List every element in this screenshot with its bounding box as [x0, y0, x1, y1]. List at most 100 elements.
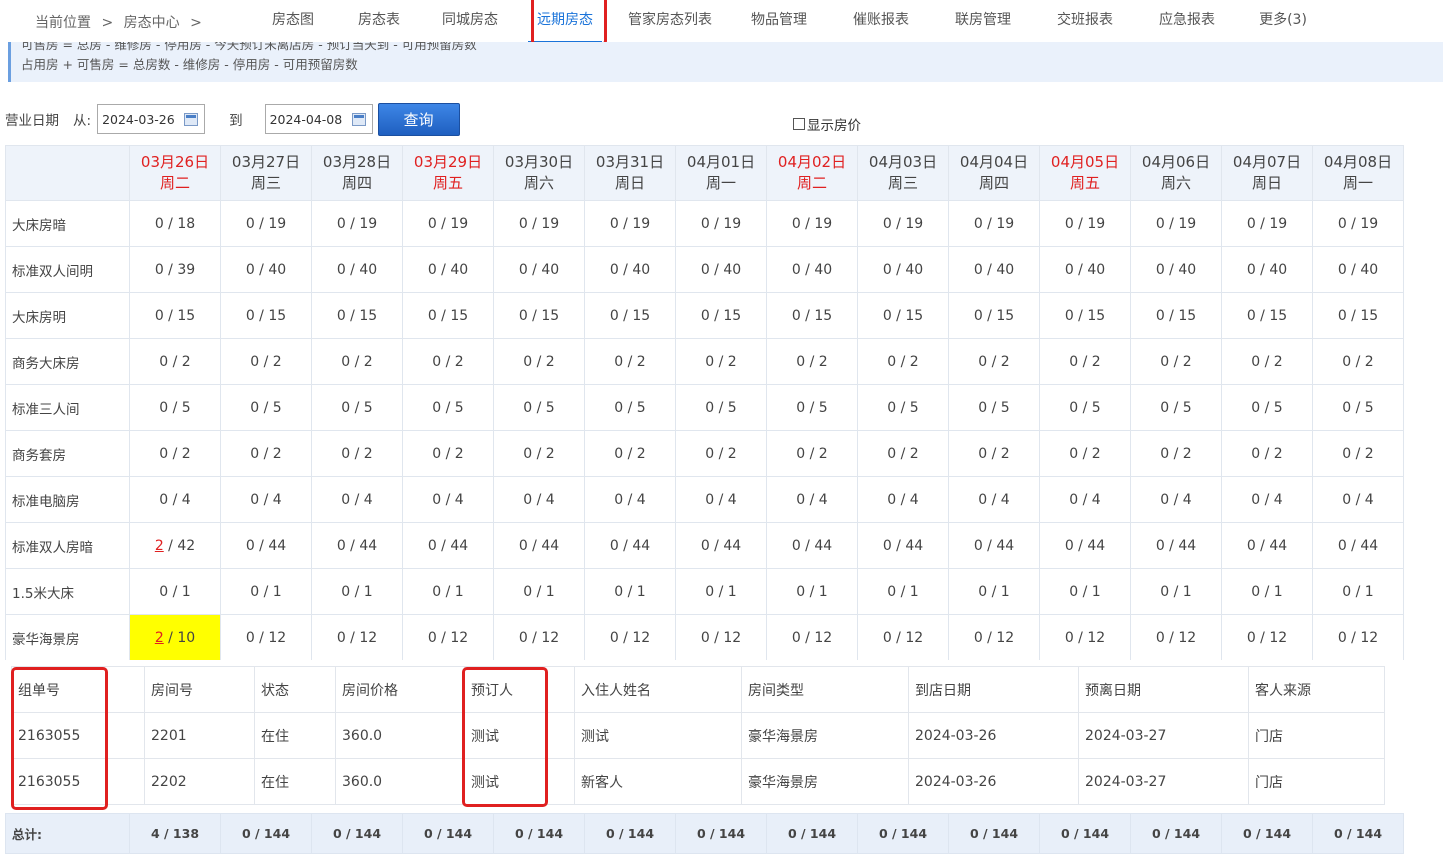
date-label: 03月29日 — [413, 153, 483, 171]
occupied-count-link[interactable]: 2 — [155, 538, 164, 554]
date-label: 04月01日 — [686, 153, 756, 171]
booking-row[interactable]: 2163055 2202 在住 360.0 测试 新客人 豪华海景房 2024-03-26 20… — [11, 758, 1385, 805]
date-label: 04月03日 — [868, 153, 938, 171]
availability-cell: 0 / 4 — [1221, 476, 1313, 523]
to-date-input[interactable]: 2024-04-08 — [264, 104, 373, 134]
tab-2[interactable]: 房态表 — [336, 0, 422, 42]
availability-cell: 0 / 5 — [1130, 384, 1222, 431]
room-type-name: 豪华海景房 — [5, 614, 130, 661]
tab-7[interactable]: 催账报表 — [830, 0, 932, 42]
booking-detail-panel: 组单号 房间号 状态 房间价格 预订人 入住人姓名 房间类型 到店日期 预离日期 客人来源 2163… — [5, 660, 1404, 810]
date-label: 04月08日 — [1323, 153, 1393, 171]
availability-cell: 0 / 2 — [584, 430, 676, 477]
date-header: 03月28日 周四 — [311, 145, 403, 201]
corner-cell — [5, 145, 130, 201]
room-type-row: 标准电脑房 0 / 40 / 40 / 40 / 40 / 40 / 40 / 4… — [5, 476, 1404, 523]
availability-cell: 0 / 15 — [220, 292, 312, 339]
breadcrumb-current[interactable]: 房态中心 — [124, 15, 180, 31]
availability-cell: 0 / 4 — [402, 476, 494, 523]
total-row-cells: 总计: 4 / 138 0 / 144 0 / 144 0 / 144 0 / 144 0 … — [5, 813, 1404, 854]
weekday-label: 周三 — [887, 174, 918, 192]
weekday-label: 周五 — [432, 174, 463, 192]
availability-cell: 0 / 2 — [1130, 338, 1222, 385]
availability-cell: 0 / 2 — [129, 338, 221, 385]
weekday-label: 周四 — [978, 174, 1009, 192]
tab-6[interactable]: 物品管理 — [728, 0, 830, 42]
availability-cell: 0 / 2 — [402, 430, 494, 477]
availability-cell: 0 / 4 — [1039, 476, 1131, 523]
tab-1[interactable]: 房态图 — [250, 0, 336, 42]
availability-cell: 0 / 40 — [675, 246, 767, 293]
availability-cell: 0 / 15 — [402, 292, 494, 339]
total-cell: 0 / 144 — [948, 813, 1040, 854]
availability-cell: 0 / 15 — [857, 292, 949, 339]
availability-cell: 0 / 19 — [1039, 200, 1131, 247]
tab-8[interactable]: 联房管理 — [932, 0, 1034, 42]
availability-cell: 0 / 4 — [220, 476, 312, 523]
tab-10[interactable]: 应急报表 — [1136, 0, 1238, 42]
date-header: 04月05日 周五 — [1039, 145, 1131, 201]
room-type-row: 标准双人间明 0 / 39 0 / 40 0 / 40 0 / 40 0 / 40 0 / … — [5, 246, 1404, 293]
tab-5[interactable]: 管家房态列表 — [612, 0, 728, 42]
tab-11[interactable]: 更多(3) — [1238, 0, 1328, 42]
room-type-row: 大床房明 0 / 15 0 / 15 0 / 15 0 / 15 0 / 15 0 / 15… — [5, 292, 1404, 339]
availability-cell: 0 / 5 — [1312, 384, 1404, 431]
availability-cell: 0 / 2 — [493, 338, 585, 385]
room-type-row: 商务大床房 0 / 20 / 20 / 20 / 20 / 20 / 20 / 2… — [5, 338, 1404, 385]
availability-cell: 0 / 44 — [857, 522, 949, 569]
availability-cell: 0 / 2 — [766, 430, 858, 477]
date-label: 03月27日 — [231, 153, 301, 171]
booking-cell: 2024-03-27 — [1078, 758, 1249, 805]
booking-cell: 2201 — [144, 712, 255, 759]
availability-cell: 0 / 1 — [129, 568, 221, 615]
booking-cell: 测试 — [574, 712, 742, 759]
tab-bar: 房态图 房态表 同城房态 远期房态 管家房态列表 物品管理 催账报表 联房管理 交班报表 应急报表… — [250, 0, 1328, 43]
booking-cell: 2202 — [144, 758, 255, 805]
weekday-label: 周一 — [1342, 174, 1373, 192]
date-header: 03月27日 周三 — [220, 145, 312, 201]
booking-cell: 2024-03-27 — [1078, 712, 1249, 759]
availability-cell[interactable]: 2 / 42 — [129, 522, 221, 569]
availability-cell: 0 / 40 — [402, 246, 494, 293]
show-price-toggle[interactable]: 显示房价 — [793, 114, 861, 134]
availability-cell: 0 / 1 — [584, 568, 676, 615]
availability-cell: 0 / 5 — [1039, 384, 1131, 431]
weekday-label: 周二 — [159, 174, 190, 192]
occupied-count-link[interactable]: 2 — [155, 630, 164, 646]
availability-cell: 0 / 4 — [1130, 476, 1222, 523]
total-row: 总计: 4 / 138 0 / 144 0 / 144 0 / 144 0 / 144 0 … — [5, 813, 1404, 854]
room-type-name: 大床房明 — [5, 292, 130, 339]
total-cell: 0 / 144 — [493, 813, 585, 854]
booking-row[interactable]: 2163055 2201 在住 360.0 测试 测试 豪华海景房 2024-03-26 202… — [11, 712, 1385, 759]
availability-cell: 0 / 2 — [493, 430, 585, 477]
detail-header-row: 组单号 房间号 状态 房间价格 预订人 入住人姓名 房间类型 到店日期 预离日期 客人来源 — [11, 666, 1385, 713]
booking-cell: 在住 — [254, 712, 336, 759]
availability-cell: 0 / 5 — [675, 384, 767, 431]
date-header: 04月02日 周二 — [766, 145, 858, 201]
tab-3[interactable]: 同城房态 — [422, 0, 518, 42]
total-cell: 0 / 144 — [584, 813, 676, 854]
availability-cell: 0 / 40 — [766, 246, 858, 293]
total-cell: 0 / 144 — [220, 813, 312, 854]
calendar-icon[interactable] — [184, 113, 199, 126]
tab-9[interactable]: 交班报表 — [1034, 0, 1136, 42]
availability-cell: 0 / 44 — [675, 522, 767, 569]
room-type-row: 1.5米大床 0 / 10 / 10 / 10 / 10 / 10 / 10 / … — [5, 568, 1404, 615]
date-filter: 营业日期 从: 2024-03-26 到 2024-04-08 查询 — [5, 102, 460, 136]
availability-cell: 0 / 1 — [402, 568, 494, 615]
availability-cell[interactable]: 2 / 10 — [129, 614, 221, 661]
calendar-icon[interactable] — [351, 113, 366, 126]
availability-cell: 0 / 5 — [311, 384, 403, 431]
total-count: / 10 — [163, 629, 196, 646]
query-button[interactable]: 查询 — [377, 102, 460, 136]
availability-cell: 0 / 15 — [675, 292, 767, 339]
total-count: / 42 — [163, 537, 196, 554]
availability-cell: 0 / 44 — [311, 522, 403, 569]
show-price-checkbox[interactable] — [793, 118, 805, 130]
room-type-name: 商务大床房 — [5, 338, 130, 385]
room-type-name: 标准双人房暗 — [5, 522, 130, 569]
availability-cell: 0 / 44 — [493, 522, 585, 569]
from-date-input[interactable]: 2024-03-26 — [97, 104, 206, 134]
booking-detail-table: 组单号 房间号 状态 房间价格 预订人 入住人姓名 房间类型 到店日期 预离日期 客人来源 2163… — [11, 666, 1385, 805]
info-panel: 可售房 = 总房 - 维修房 - 停用房 - 今天预订未离店房 - 预订当天到 … — [8, 42, 1443, 82]
